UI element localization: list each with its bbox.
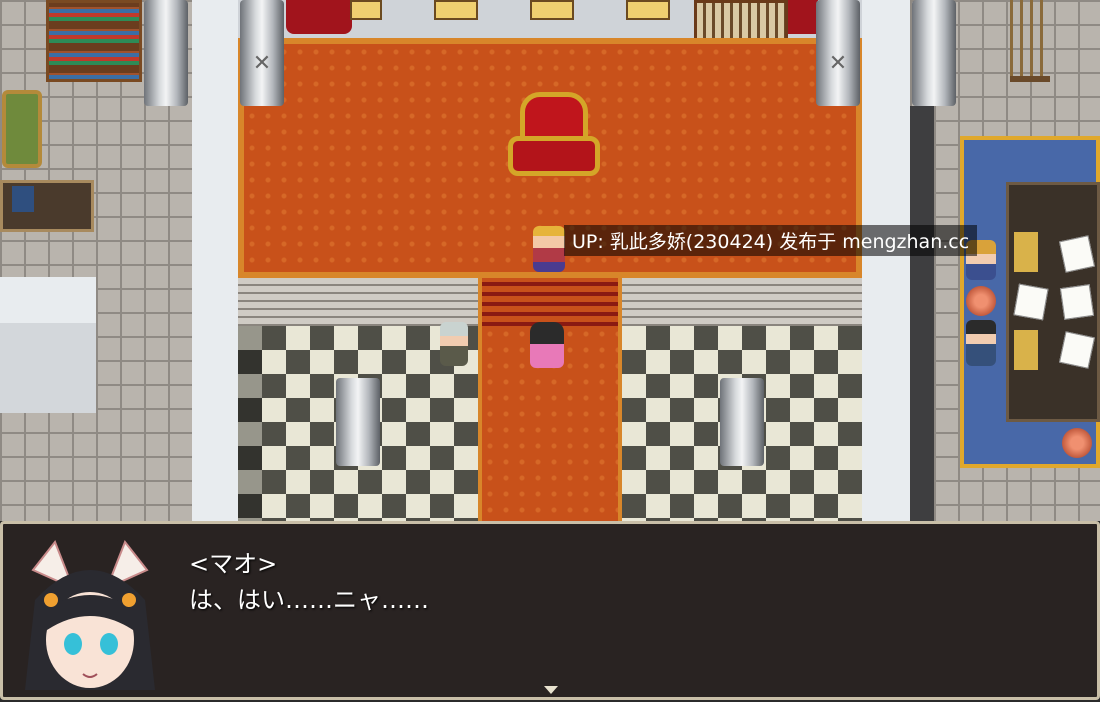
carpet-stairs: [482, 282, 618, 326]
game-screen: ✕ ✕ UP: 乳此多娇(230424) 发布于 mengzhan.cc <マオ…: [0, 0, 1100, 700]
short-pillar-right: [720, 378, 764, 466]
message-window[interactable]: <マオ> は、はい……ニャ……: [0, 521, 1100, 700]
red-curtain-left: [286, 0, 352, 34]
crossed-swords-icon: ✕: [252, 51, 272, 76]
bookshelf: [46, 0, 142, 82]
window-2: [434, 0, 478, 20]
red-curtain-right: [788, 0, 818, 34]
spear-rack: [1010, 0, 1050, 82]
cat-eared-girl-portrait-icon: [15, 540, 165, 698]
stairs-left: [238, 278, 478, 326]
throne-back: [520, 92, 588, 142]
speaker-name: <マオ>: [189, 550, 278, 578]
watermark-text: UP: 乳此多娇(230424) 发布于 mengzhan.cc: [564, 225, 978, 256]
green-armchair: [2, 90, 42, 168]
throne-seat: [508, 136, 600, 176]
short-pillar-left: [336, 378, 380, 466]
left-pillar: [144, 0, 188, 106]
left-white-corridor: [192, 0, 238, 521]
dialogue-line: は、はい……ニャ……: [189, 586, 429, 614]
left-wall-shadow-strip: [238, 326, 262, 521]
left-wall: [0, 277, 96, 323]
document-paper: [1059, 284, 1095, 320]
round-stool: [1062, 428, 1092, 458]
window-1: [350, 0, 382, 20]
round-stool: [966, 286, 996, 316]
right-white-corridor: [862, 0, 910, 521]
gold-cushion: [1014, 232, 1038, 272]
blue-book: [12, 186, 34, 212]
player-girl-character: [530, 322, 564, 368]
crossed-swords-icon: ✕: [828, 51, 848, 76]
document-paper: [1013, 283, 1049, 321]
gold-cushion: [1014, 330, 1038, 370]
window-3: [530, 0, 574, 20]
right-dark-shadow: [910, 106, 934, 521]
silver-haired-guard-character: [440, 322, 468, 366]
right-pillar: [912, 0, 956, 106]
window-4: [626, 0, 670, 20]
document-paper: [1059, 235, 1095, 273]
king-character: [533, 226, 565, 272]
dark-haired-noble-character: [966, 320, 996, 366]
triangle-down-icon[interactable]: [544, 686, 558, 694]
left-wall-shadow: [0, 323, 96, 413]
stairs-right: [622, 278, 862, 326]
throne: [508, 92, 600, 178]
